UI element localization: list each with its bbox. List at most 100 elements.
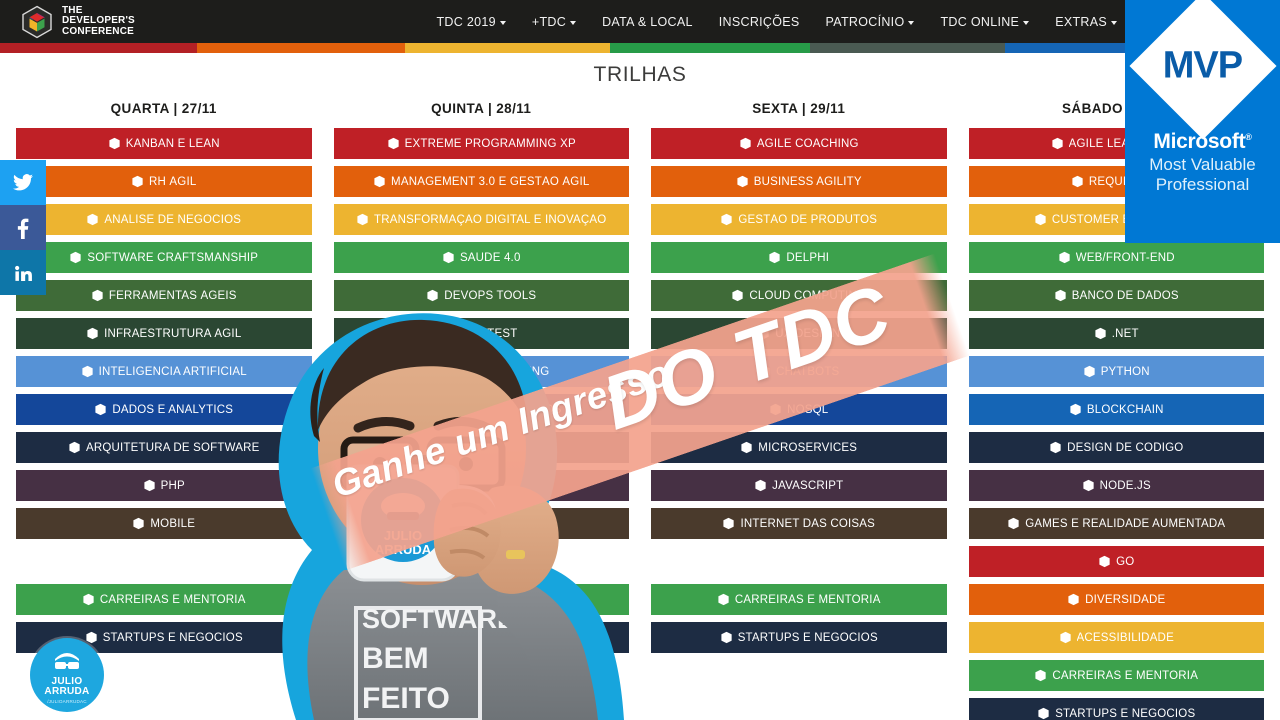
track-button[interactable]: INTERNET DAS COISAS bbox=[651, 508, 947, 539]
track-button[interactable]: DESIGN DE CÓDIGO bbox=[968, 432, 1264, 463]
track-label: RH ÁGIL bbox=[149, 175, 197, 188]
track-button[interactable]: NOSQL bbox=[651, 394, 947, 425]
track-button[interactable]: GO bbox=[968, 546, 1264, 577]
track-button[interactable]: INTELIGÊNCIA ARTIFICIAL bbox=[16, 356, 312, 387]
channel-name-line-2: ARRUDA bbox=[44, 686, 90, 697]
track-label: ENGENHARIA DE DADOS bbox=[419, 403, 562, 416]
track-button[interactable]: EXTREME PROGRAMMING XP bbox=[333, 128, 629, 159]
track-button[interactable]: WEB/FRONT-END bbox=[968, 242, 1264, 273]
day-column-3: SEXTA | 29/11 AGILE COACHING BUSINESS AGIL… bbox=[651, 101, 947, 660]
nav-item-inscri-es[interactable]: INSCRIÇÕES bbox=[706, 9, 813, 35]
track-spacer bbox=[651, 546, 947, 577]
track-label: PYTHON bbox=[1100, 365, 1150, 378]
track-button[interactable]: SAÚDE 4.0 bbox=[333, 242, 629, 273]
mvp-registered-mark: ® bbox=[1245, 132, 1252, 142]
track-label: STARTUPS E NEGÓCIOS bbox=[737, 631, 878, 644]
nav-item-label: TDC 2019 bbox=[436, 14, 496, 29]
track-cube-icon bbox=[373, 175, 386, 188]
track-button[interactable]: MICROSERVICES bbox=[651, 432, 947, 463]
track-button[interactable]: SOFTWARE CRAFTSMANSHIP bbox=[16, 242, 312, 273]
track-button[interactable]: PHP bbox=[16, 470, 312, 501]
track-cube-icon bbox=[758, 365, 771, 378]
track-cube-icon bbox=[1069, 403, 1082, 416]
track-button[interactable]: CARREIRAS E MENTORIA bbox=[651, 584, 947, 615]
day-column-header: SEXTA | 29/11 bbox=[752, 101, 846, 116]
chevron-down-icon bbox=[499, 20, 506, 25]
track-button[interactable]: STARTUPS E NEGÓCIOS bbox=[651, 622, 947, 653]
track-button[interactable]: DADOS E ANALYTICS bbox=[16, 394, 312, 425]
track-button[interactable]: CARREIRAS E MENTORIA bbox=[968, 660, 1264, 691]
track-button[interactable]: BUSINESS AGILITY bbox=[651, 166, 947, 197]
site-logo[interactable]: THE DEVELOPER'S CONFERENCE bbox=[20, 5, 135, 39]
track-button[interactable]: AGILE COACHING bbox=[651, 128, 947, 159]
track-label: EXTREME PROGRAMMING XP bbox=[404, 137, 576, 150]
track-label: ARQUITETURA DE SOFTWARE bbox=[86, 441, 260, 454]
track-cube-icon bbox=[387, 137, 400, 150]
track-button[interactable]: ENGENHARIA DE DADOS bbox=[333, 394, 629, 425]
track-button[interactable]: MOBILE bbox=[16, 508, 312, 539]
track-button[interactable]: TRANSFORMAÇÃO DIGITAL E INOVAÇÃO bbox=[333, 204, 629, 235]
track-label: BANCO DE DADOS bbox=[1071, 289, 1179, 302]
share-twitter-button[interactable] bbox=[0, 160, 46, 205]
track-button[interactable]: UX DESIGN bbox=[651, 318, 947, 349]
track-button[interactable]: BANCO DE DADOS bbox=[968, 280, 1264, 311]
mvp-diamond-text: MVP bbox=[1162, 44, 1243, 87]
nav-item-tdc-online[interactable]: TDC ONLINE bbox=[927, 9, 1042, 35]
track-cube-icon bbox=[402, 631, 415, 644]
track-button[interactable]: GAMES E REALIDADE AUMENTADA bbox=[968, 508, 1264, 539]
track-button[interactable]: INFRAESTRUTURA ÁGIL bbox=[16, 318, 312, 349]
nav-item-tdc-2019[interactable]: TDC 2019 bbox=[424, 9, 519, 35]
share-linkedin-button[interactable] bbox=[0, 250, 46, 295]
nav-item-patroc-nio[interactable]: PATROCÍNIO bbox=[813, 9, 928, 35]
track-label: ANÁLISE DE NEGÓCIOS bbox=[104, 213, 242, 226]
page-root: THE DEVELOPER'S CONFERENCE TDC 2019 +TDC D… bbox=[0, 0, 1280, 720]
track-cube-icon bbox=[722, 517, 735, 530]
track-label: GAMES E REALIDADE AUMENTADA bbox=[1025, 517, 1226, 530]
tdc-hex-cube-logo-icon bbox=[20, 5, 54, 39]
track-button[interactable]: FERRAMENTAS ÁGEIS bbox=[16, 280, 312, 311]
track-label: MACHINE LEARNING bbox=[431, 365, 550, 378]
share-facebook-button[interactable] bbox=[0, 205, 46, 250]
track-button[interactable]: DELPHI bbox=[651, 242, 947, 273]
track-button[interactable]: DEVOPS TOOLS bbox=[333, 280, 629, 311]
track-button[interactable]: CARREIRAS E MENTORIA bbox=[16, 584, 312, 615]
track-cube-icon bbox=[1051, 137, 1064, 150]
track-button[interactable]: ACESSIBILIDADE bbox=[968, 622, 1264, 653]
track-button[interactable]: CLOUD COMPUTING bbox=[651, 280, 947, 311]
track-button[interactable]: DEVTEST bbox=[333, 318, 629, 349]
track-button[interactable]: STARTUPS E NEGÓCIOS bbox=[968, 698, 1264, 720]
track-cube-icon bbox=[736, 175, 749, 188]
track-button[interactable]: BLOCKCHAIN bbox=[968, 394, 1264, 425]
track-button[interactable]: ANÁLISE DE NEGÓCIOS bbox=[16, 204, 312, 235]
track-cube-icon bbox=[769, 403, 782, 416]
track-button[interactable]: DIVERSIDADE bbox=[968, 584, 1264, 615]
track-button[interactable]: NODE.JS bbox=[968, 470, 1264, 501]
track-button[interactable]: KANBAN E LEAN bbox=[16, 128, 312, 159]
track-button[interactable]: ARQUITETURA DE SOFTWARE bbox=[16, 432, 312, 463]
track-button[interactable]: CLEAN ARCHITECTURE bbox=[333, 432, 629, 463]
track-label: NODE.JS bbox=[1099, 479, 1151, 492]
nav-item-data-local[interactable]: DATA & LOCAL bbox=[589, 9, 706, 35]
track-button[interactable]: GESTÃO DE PRODUTOS bbox=[651, 204, 947, 235]
track-button[interactable]: JAVASCRIPT bbox=[651, 470, 947, 501]
track-button[interactable]: SEGURANÇA bbox=[333, 508, 629, 539]
track-cube-icon bbox=[86, 327, 99, 340]
track-cube-icon bbox=[91, 289, 104, 302]
nav-item-tdc[interactable]: +TDC bbox=[519, 9, 589, 35]
track-label: .NET bbox=[1111, 327, 1139, 340]
track-button[interactable]: CARREIRAS E MENTORIA bbox=[333, 584, 629, 615]
track-button[interactable]: JAVA bbox=[333, 470, 629, 501]
track-button[interactable]: PYTHON bbox=[968, 356, 1264, 387]
track-cube-icon bbox=[445, 327, 458, 340]
track-button[interactable]: MANAGEMENT 3.0 E GESTÃO ÁGIL bbox=[333, 166, 629, 197]
track-button[interactable]: CHATBOTS bbox=[651, 356, 947, 387]
avatar-face-icon bbox=[51, 648, 83, 675]
track-button[interactable]: .NET bbox=[968, 318, 1264, 349]
tracks-grid: QUARTA | 27/11 KANBAN E LEAN RH ÁGIL ANÁLIS… bbox=[0, 101, 1280, 720]
nav-item-extras[interactable]: EXTRAS bbox=[1042, 9, 1130, 35]
track-button[interactable]: RH ÁGIL bbox=[16, 166, 312, 197]
track-button[interactable]: MACHINE LEARNING bbox=[333, 356, 629, 387]
track-button[interactable]: STARTUPS E NEGÓCIOS bbox=[333, 622, 629, 653]
channel-name: JULIO ARRUDA bbox=[44, 677, 89, 697]
track-label: CHATBOTS bbox=[776, 365, 840, 378]
